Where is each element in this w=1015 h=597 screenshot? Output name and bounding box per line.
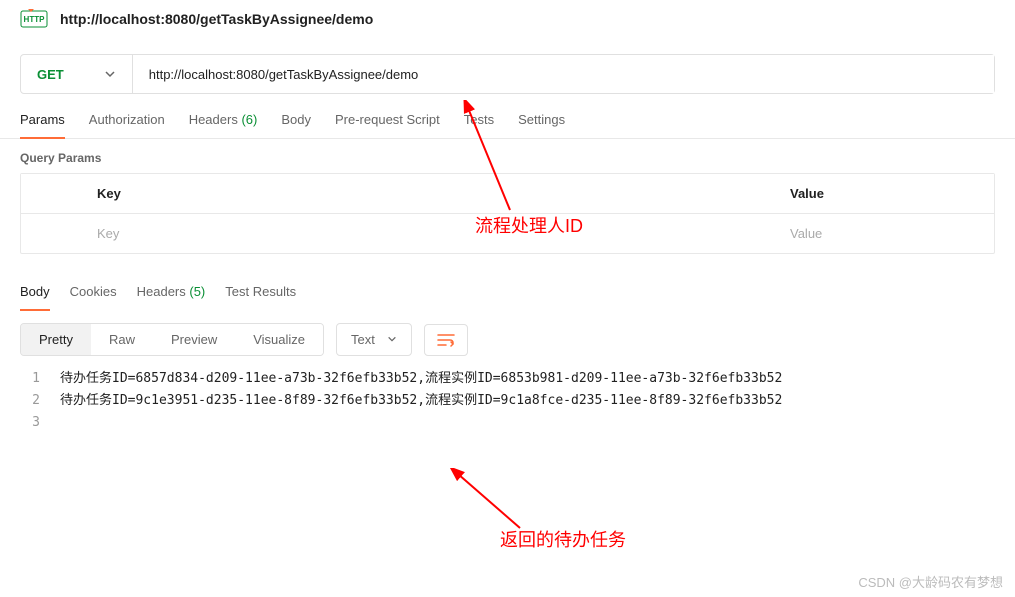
rtab-headers[interactable]: Headers (5)	[137, 284, 206, 311]
pretty-button[interactable]: Pretty	[21, 324, 91, 355]
view-mode-group: Pretty Raw Preview Visualize	[20, 323, 324, 356]
method-label: GET	[37, 67, 64, 82]
line-number: 3	[20, 412, 40, 434]
line-number: 2	[20, 390, 40, 412]
svg-text:HTTP: HTTP	[24, 15, 46, 24]
response-tabs: Body Cookies Headers (5) Test Results	[0, 254, 1015, 311]
rtab-body[interactable]: Body	[20, 284, 50, 311]
params-header-row: Key Value	[21, 174, 994, 214]
preview-button[interactable]: Preview	[153, 324, 235, 355]
tab-settings[interactable]: Settings	[518, 112, 565, 138]
tab-tests[interactable]: Tests	[464, 112, 494, 138]
line-content: 待办任务ID=9c1e3951-d235-11ee-8f89-32f6efb33…	[60, 390, 782, 412]
response-toolbar: Pretty Raw Preview Visualize Text	[0, 311, 1015, 368]
tab-body[interactable]: Body	[281, 112, 311, 138]
annotation-bottom: 返回的待办任务	[500, 526, 626, 552]
code-line: 1 待办任务ID=6857d834-d209-11ee-a73b-32f6efb…	[20, 368, 995, 390]
annotation-arrow-bottom	[450, 468, 540, 533]
http-icon: HTTP	[20, 8, 48, 30]
request-bar: GET	[20, 54, 995, 94]
th-key: Key	[81, 174, 774, 213]
url-input[interactable]	[133, 55, 994, 93]
chevron-down-icon	[387, 332, 397, 347]
tab-authorization[interactable]: Authorization	[89, 112, 165, 138]
td-value[interactable]: Value	[774, 214, 994, 253]
request-tabs: Params Authorization Headers (6) Body Pr…	[0, 94, 1015, 139]
td-checkbox[interactable]	[21, 214, 81, 253]
params-table: Key Value Key Value	[20, 173, 995, 254]
visualize-button[interactable]: Visualize	[235, 324, 323, 355]
chevron-down-icon	[104, 68, 116, 80]
params-data-row: Key Value	[21, 214, 994, 253]
format-select[interactable]: Text	[336, 323, 412, 356]
line-content: 待办任务ID=6857d834-d209-11ee-a73b-32f6efb33…	[60, 368, 782, 390]
query-params-label: Query Params	[0, 139, 1015, 173]
code-line: 2 待办任务ID=9c1e3951-d235-11ee-8f89-32f6efb…	[20, 390, 995, 412]
tab-prerequest[interactable]: Pre-request Script	[335, 112, 440, 138]
tab-headers[interactable]: Headers (6)	[189, 112, 258, 138]
format-label: Text	[351, 332, 375, 347]
tab-params[interactable]: Params	[20, 112, 65, 139]
th-checkbox	[21, 174, 81, 213]
wrap-button[interactable]	[424, 324, 468, 356]
code-line: 3	[20, 412, 995, 434]
line-number: 1	[20, 368, 40, 390]
request-header: HTTP http://localhost:8080/getTaskByAssi…	[0, 0, 1015, 38]
response-body: 1 待办任务ID=6857d834-d209-11ee-a73b-32f6efb…	[0, 368, 1015, 454]
header-url: http://localhost:8080/getTaskByAssignee/…	[60, 11, 373, 27]
th-value: Value	[774, 174, 994, 213]
rtab-cookies[interactable]: Cookies	[70, 284, 117, 311]
raw-button[interactable]: Raw	[91, 324, 153, 355]
watermark: CSDN @大龄码农有梦想	[858, 572, 1003, 591]
td-key[interactable]: Key	[81, 214, 774, 253]
rtab-test-results[interactable]: Test Results	[225, 284, 296, 311]
wrap-icon	[437, 333, 455, 347]
method-select[interactable]: GET	[21, 55, 133, 93]
